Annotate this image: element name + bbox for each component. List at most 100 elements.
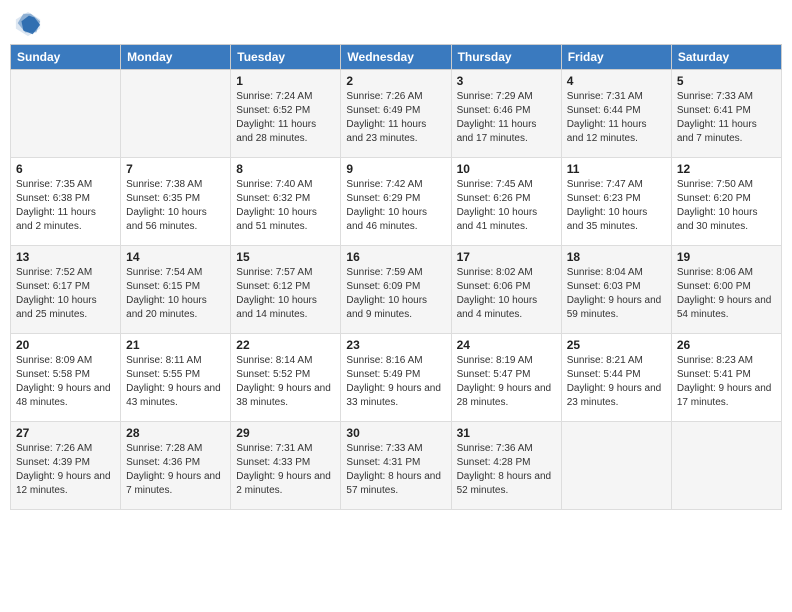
day-info: Sunrise: 7:26 AMSunset: 6:49 PMDaylight:…: [346, 90, 445, 146]
day-info: Sunrise: 7:31 AMSunset: 4:33 PMDaylight:…: [236, 442, 335, 498]
logo: [14, 10, 46, 38]
day-info: Sunrise: 7:40 AMSunset: 6:32 PMDaylight:…: [236, 178, 335, 234]
day-info: Sunrise: 7:42 AMSunset: 6:29 PMDaylight:…: [346, 178, 445, 234]
calendar-week-row: 1 Sunrise: 7:24 AMSunset: 6:52 PMDaylight…: [11, 70, 782, 158]
day-info: Sunrise: 7:47 AMSunset: 6:23 PMDaylight:…: [567, 178, 666, 234]
day-number: 9: [346, 162, 445, 176]
weekday-header: Friday: [561, 45, 671, 70]
day-info: Sunrise: 8:06 AMSunset: 6:00 PMDaylight:…: [677, 266, 776, 322]
day-number: 24: [457, 338, 556, 352]
day-info: Sunrise: 8:19 AMSunset: 5:47 PMDaylight:…: [457, 354, 556, 410]
day-number: 22: [236, 338, 335, 352]
calendar-cell: 31 Sunrise: 7:36 AMSunset: 4:28 PMDayligh…: [451, 422, 561, 510]
calendar-week-row: 6 Sunrise: 7:35 AMSunset: 6:38 PMDaylight…: [11, 158, 782, 246]
day-number: 3: [457, 74, 556, 88]
weekday-header: Thursday: [451, 45, 561, 70]
calendar-cell: 20 Sunrise: 8:09 AMSunset: 5:58 PMDayligh…: [11, 334, 121, 422]
calendar-cell: 7 Sunrise: 7:38 AMSunset: 6:35 PMDaylight…: [121, 158, 231, 246]
calendar-week-row: 20 Sunrise: 8:09 AMSunset: 5:58 PMDayligh…: [11, 334, 782, 422]
calendar-cell: 8 Sunrise: 7:40 AMSunset: 6:32 PMDaylight…: [231, 158, 341, 246]
day-number: 25: [567, 338, 666, 352]
weekday-header: Wednesday: [341, 45, 451, 70]
weekday-header: Tuesday: [231, 45, 341, 70]
day-number: 11: [567, 162, 666, 176]
day-info: Sunrise: 7:33 AMSunset: 4:31 PMDaylight:…: [346, 442, 445, 498]
day-info: Sunrise: 7:35 AMSunset: 6:38 PMDaylight:…: [16, 178, 115, 234]
day-info: Sunrise: 7:38 AMSunset: 6:35 PMDaylight:…: [126, 178, 225, 234]
day-number: 17: [457, 250, 556, 264]
calendar-week-row: 27 Sunrise: 7:26 AMSunset: 4:39 PMDayligh…: [11, 422, 782, 510]
calendar-cell: 5 Sunrise: 7:33 AMSunset: 6:41 PMDaylight…: [671, 70, 781, 158]
day-number: 13: [16, 250, 115, 264]
day-info: Sunrise: 8:14 AMSunset: 5:52 PMDaylight:…: [236, 354, 335, 410]
calendar-cell: 3 Sunrise: 7:29 AMSunset: 6:46 PMDaylight…: [451, 70, 561, 158]
day-info: Sunrise: 8:04 AMSunset: 6:03 PMDaylight:…: [567, 266, 666, 322]
calendar-cell: 16Sunrise: 7:59 AMSunset: 6:09 PMDayligh…: [341, 246, 451, 334]
day-info: Sunrise: 8:16 AMSunset: 5:49 PMDaylight:…: [346, 354, 445, 410]
weekday-header: Saturday: [671, 45, 781, 70]
calendar-cell: 30 Sunrise: 7:33 AMSunset: 4:31 PMDayligh…: [341, 422, 451, 510]
calendar-cell: 12 Sunrise: 7:50 AMSunset: 6:20 PMDayligh…: [671, 158, 781, 246]
day-info: Sunrise: 7:36 AMSunset: 4:28 PMDaylight:…: [457, 442, 556, 498]
day-number: 7: [126, 162, 225, 176]
calendar-cell: 18 Sunrise: 8:04 AMSunset: 6:03 PMDayligh…: [561, 246, 671, 334]
day-number: 5: [677, 74, 776, 88]
day-number: 28: [126, 426, 225, 440]
calendar-cell: 17Sunrise: 8:02 AMSunset: 6:06 PMDayligh…: [451, 246, 561, 334]
calendar-cell: [11, 70, 121, 158]
day-info: Sunrise: 7:29 AMSunset: 6:46 PMDaylight:…: [457, 90, 556, 146]
day-number: 6: [16, 162, 115, 176]
day-number: 26: [677, 338, 776, 352]
day-number: 2: [346, 74, 445, 88]
day-number: 1: [236, 74, 335, 88]
page-header: [10, 10, 782, 38]
calendar-table: SundayMondayTuesdayWednesdayThursdayFrid…: [10, 44, 782, 510]
day-info: Sunrise: 7:28 AMSunset: 4:36 PMDaylight:…: [126, 442, 225, 498]
day-number: 30: [346, 426, 445, 440]
calendar-cell: 10 Sunrise: 7:45 AMSunset: 6:26 PMDayligh…: [451, 158, 561, 246]
calendar-cell: 21 Sunrise: 8:11 AMSunset: 5:55 PMDayligh…: [121, 334, 231, 422]
calendar-cell: 28 Sunrise: 7:28 AMSunset: 4:36 PMDayligh…: [121, 422, 231, 510]
calendar-cell: [121, 70, 231, 158]
calendar-cell: 25Sunrise: 8:21 AMSunset: 5:44 PMDayligh…: [561, 334, 671, 422]
day-info: Sunrise: 7:31 AMSunset: 6:44 PMDaylight:…: [567, 90, 666, 146]
day-number: 8: [236, 162, 335, 176]
day-number: 15: [236, 250, 335, 264]
day-number: 23: [346, 338, 445, 352]
calendar-body: 1 Sunrise: 7:24 AMSunset: 6:52 PMDaylight…: [11, 70, 782, 510]
day-number: 14: [126, 250, 225, 264]
calendar-cell: 27 Sunrise: 7:26 AMSunset: 4:39 PMDayligh…: [11, 422, 121, 510]
day-number: 19: [677, 250, 776, 264]
day-info: Sunrise: 7:50 AMSunset: 6:20 PMDaylight:…: [677, 178, 776, 234]
day-info: Sunrise: 7:52 AMSunset: 6:17 PMDaylight:…: [16, 266, 115, 322]
day-number: 27: [16, 426, 115, 440]
day-info: Sunrise: 7:26 AMSunset: 4:39 PMDaylight:…: [16, 442, 115, 498]
calendar-cell: [561, 422, 671, 510]
day-number: 18: [567, 250, 666, 264]
day-info: Sunrise: 7:57 AMSunset: 6:12 PMDaylight:…: [236, 266, 335, 322]
calendar-cell: 13 Sunrise: 7:52 AMSunset: 6:17 PMDayligh…: [11, 246, 121, 334]
day-info: Sunrise: 7:24 AMSunset: 6:52 PMDaylight:…: [236, 90, 335, 146]
day-info: Sunrise: 7:33 AMSunset: 6:41 PMDaylight:…: [677, 90, 776, 146]
day-number: 12: [677, 162, 776, 176]
day-number: 16: [346, 250, 445, 264]
day-number: 31: [457, 426, 556, 440]
weekday-header: Monday: [121, 45, 231, 70]
calendar-cell: 24 Sunrise: 8:19 AMSunset: 5:47 PMDayligh…: [451, 334, 561, 422]
calendar-cell: [671, 422, 781, 510]
day-info: Sunrise: 8:09 AMSunset: 5:58 PMDaylight:…: [16, 354, 115, 410]
calendar-cell: 14 Sunrise: 7:54 AMSunset: 6:15 PMDayligh…: [121, 246, 231, 334]
day-number: 21: [126, 338, 225, 352]
day-number: 20: [16, 338, 115, 352]
day-info: Sunrise: 8:11 AMSunset: 5:55 PMDaylight:…: [126, 354, 225, 410]
calendar-cell: 22 Sunrise: 8:14 AMSunset: 5:52 PMDayligh…: [231, 334, 341, 422]
calendar-cell: 1 Sunrise: 7:24 AMSunset: 6:52 PMDaylight…: [231, 70, 341, 158]
day-number: 10: [457, 162, 556, 176]
calendar-cell: 19 Sunrise: 8:06 AMSunset: 6:00 PMDayligh…: [671, 246, 781, 334]
calendar-cell: 15 Sunrise: 7:57 AMSunset: 6:12 PMDayligh…: [231, 246, 341, 334]
day-info: Sunrise: 7:45 AMSunset: 6:26 PMDaylight:…: [457, 178, 556, 234]
day-info: Sunrise: 7:54 AMSunset: 6:15 PMDaylight:…: [126, 266, 225, 322]
calendar-cell: 4Sunrise: 7:31 AMSunset: 6:44 PMDaylight…: [561, 70, 671, 158]
calendar-cell: 29Sunrise: 7:31 AMSunset: 4:33 PMDayligh…: [231, 422, 341, 510]
day-info: Sunrise: 8:23 AMSunset: 5:41 PMDaylight:…: [677, 354, 776, 410]
